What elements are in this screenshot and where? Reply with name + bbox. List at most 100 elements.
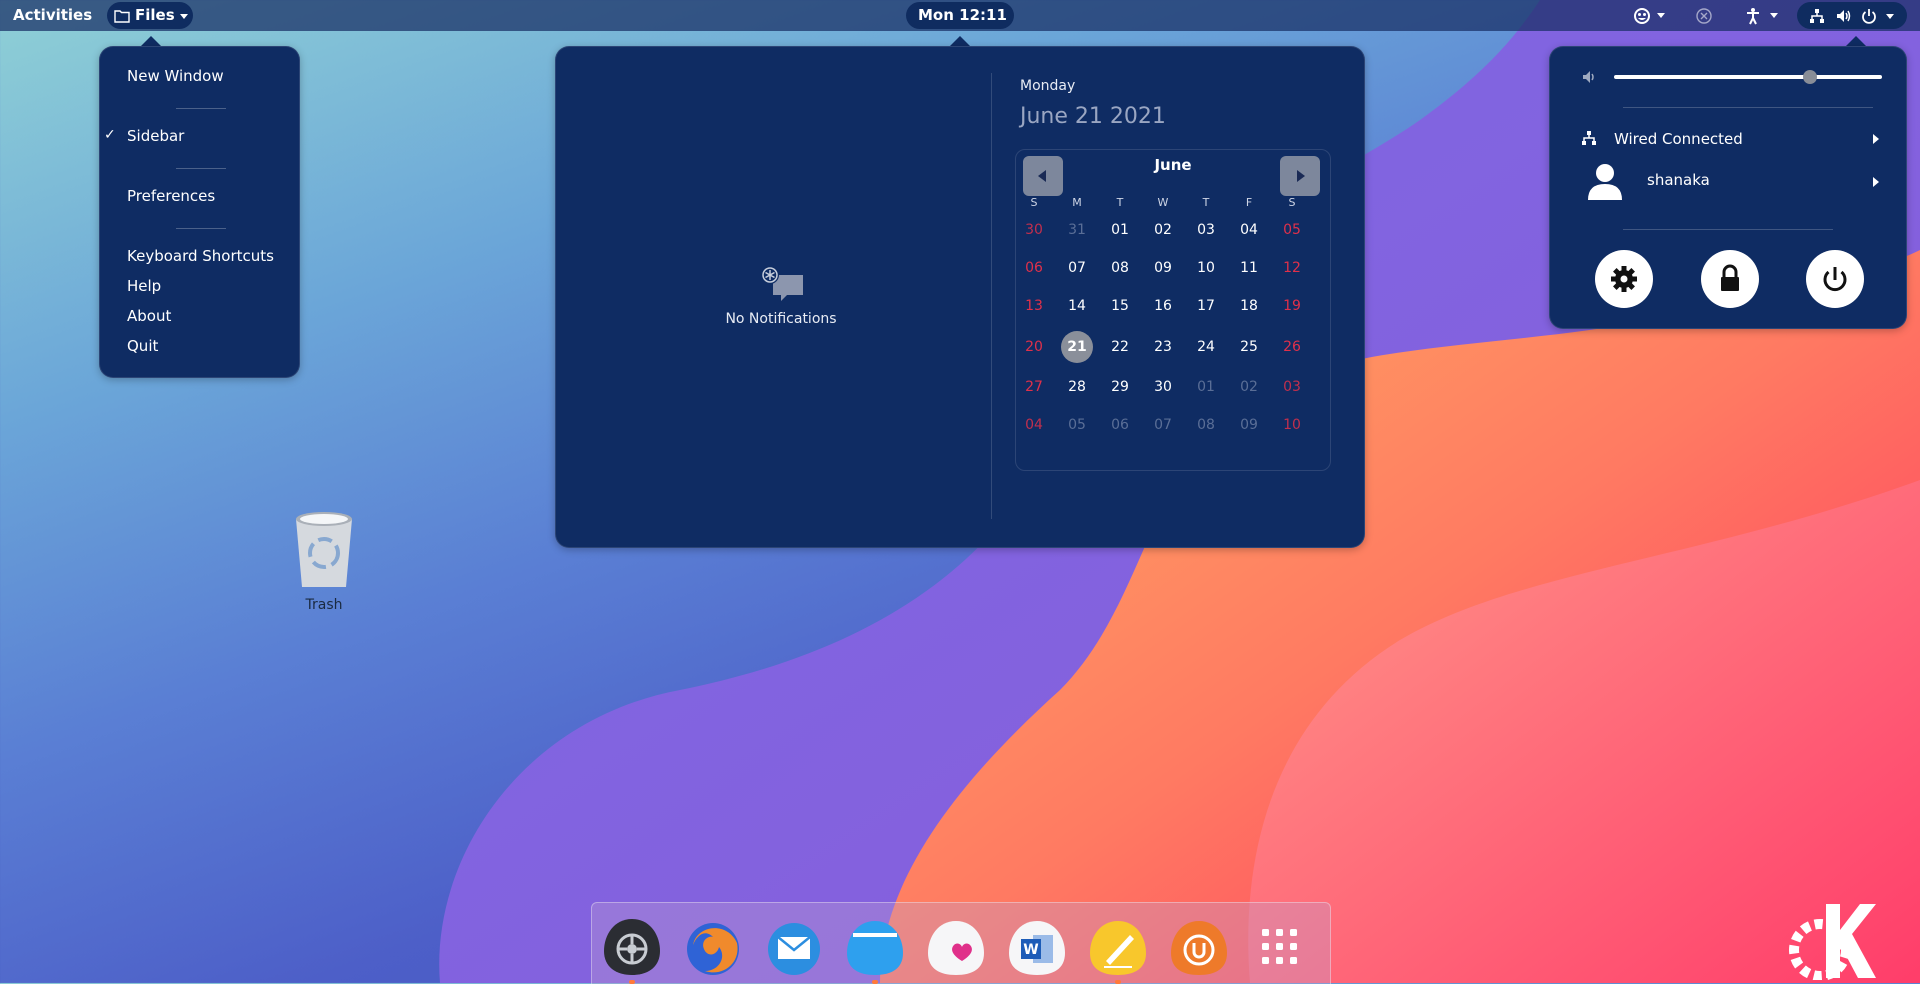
accessibility-icon[interactable] [1745, 7, 1761, 25]
calendar-day[interactable]: 10 [1274, 410, 1310, 440]
backup-icon[interactable] [1169, 917, 1229, 977]
no-notifications-icon [761, 266, 803, 301]
calendar-day[interactable]: 10 [1188, 253, 1224, 283]
calendar-day[interactable]: 28 [1059, 372, 1095, 402]
calendar-day[interactable]: 25 [1231, 332, 1267, 362]
files-app-menu: New Window ✓ Sidebar Preferences Keyboar… [99, 46, 300, 378]
chevron-down-icon [180, 14, 188, 19]
menu-separator [176, 228, 226, 229]
calendar-day[interactable]: 06 [1016, 253, 1052, 283]
menu-item-quit[interactable]: Quit [127, 337, 158, 355]
popup-divider [991, 73, 992, 519]
app-menu-button[interactable]: Files [107, 2, 193, 29]
calendar-day[interactable]: 02 [1145, 215, 1181, 245]
calendar-day[interactable]: 23 [1145, 332, 1181, 362]
system-status-button[interactable] [1797, 2, 1907, 29]
calendar-day[interactable]: 29 [1102, 372, 1138, 402]
calendar-day[interactable]: 19 [1274, 291, 1310, 321]
files-icon[interactable] [845, 917, 905, 984]
network-item[interactable]: Wired Connected [1550, 125, 1906, 155]
activities-button[interactable]: Activities [13, 0, 92, 31]
arrow-right-icon [1873, 177, 1879, 187]
calendar-day[interactable]: 05 [1274, 215, 1310, 245]
user-item[interactable]: shanaka [1550, 159, 1906, 205]
volume-slider-handle[interactable] [1802, 70, 1817, 84]
calendar-day[interactable]: 04 [1231, 215, 1267, 245]
calendar-day[interactable]: 27 [1016, 372, 1052, 402]
menu-item-sidebar[interactable]: Sidebar [127, 127, 184, 145]
calendar-day[interactable]: 11 [1231, 253, 1267, 283]
calendar-day[interactable]: 02 [1231, 372, 1267, 402]
close-circle-icon[interactable] [1695, 7, 1713, 25]
accessibility-status-icon[interactable] [1632, 6, 1652, 26]
menu-item-preferences[interactable]: Preferences [127, 187, 215, 205]
clock-button[interactable]: Mon 12:11 [906, 2, 1014, 29]
calendar-day-today[interactable]: 21 [1061, 331, 1093, 363]
app-grid-icon[interactable] [1250, 917, 1310, 977]
arrow-right-icon [1297, 170, 1305, 182]
menu-item-keyboard-shortcuts[interactable]: Keyboard Shortcuts [127, 247, 274, 265]
menu-separator [1623, 229, 1833, 230]
calendar-day[interactable]: 24 [1188, 332, 1224, 362]
calendar-day[interactable]: 09 [1145, 253, 1181, 283]
calendar-day[interactable]: 08 [1188, 410, 1224, 440]
menu-item-help[interactable]: Help [127, 277, 161, 295]
calendar-day[interactable]: 31 [1059, 215, 1095, 245]
calendar-day[interactable]: 15 [1102, 291, 1138, 321]
calendar-day[interactable]: 01 [1102, 215, 1138, 245]
calendar-day[interactable]: 16 [1145, 291, 1181, 321]
lock-button[interactable] [1701, 250, 1759, 308]
calendar-day[interactable]: 09 [1231, 410, 1267, 440]
calendar-day[interactable]: 06 [1102, 410, 1138, 440]
no-notifications-label: No Notifications [725, 311, 837, 327]
calendar-day[interactable]: 12 [1274, 253, 1310, 283]
settings-button[interactable] [1595, 250, 1653, 308]
calendar-day[interactable]: 04 [1016, 410, 1052, 440]
calendar-day[interactable]: 22 [1102, 332, 1138, 362]
day-header: T [1202, 196, 1210, 209]
word-icon[interactable]: W [1007, 917, 1067, 977]
running-indicator [872, 980, 878, 984]
avatar-icon [1588, 164, 1622, 200]
svg-text:W: W [1023, 942, 1038, 958]
network-wired-icon [1810, 9, 1824, 23]
kde-logo [1789, 904, 1876, 980]
calendar-day[interactable]: 26 [1274, 332, 1310, 362]
calendar-day[interactable]: 30 [1016, 215, 1052, 245]
calendar-day[interactable]: 05 [1059, 410, 1095, 440]
top-bar: Activities Files Mon 12:11 [0, 0, 1920, 31]
system-settings-icon[interactable] [602, 917, 662, 984]
firefox-icon[interactable] [683, 917, 743, 977]
power-off-button[interactable] [1806, 250, 1864, 308]
menu-item-about[interactable]: About [127, 307, 171, 325]
notes-icon[interactable] [1088, 917, 1148, 984]
menu-item-new-window[interactable]: New Window [127, 67, 224, 85]
trash-desktop-icon[interactable]: Trash [282, 505, 366, 617]
next-month-button[interactable] [1280, 156, 1320, 196]
calendar-day[interactable]: 03 [1188, 215, 1224, 245]
volume-slider[interactable] [1614, 70, 1882, 84]
calendar-day[interactable]: 13 [1016, 291, 1052, 321]
calendar-day[interactable]: 03 [1274, 372, 1310, 402]
calendar-day[interactable]: 07 [1059, 253, 1095, 283]
calendar-day[interactable]: 18 [1231, 291, 1267, 321]
calendar-grid: June S M T W T F S 30 31 01 02 03 04 05 06 07 08 09 10 11 12… [1015, 149, 1331, 471]
calendar-day[interactable]: 30 [1145, 372, 1181, 402]
calendar-day[interactable]: 17 [1188, 291, 1224, 321]
calendar-day[interactable]: 07 [1145, 410, 1181, 440]
chevron-down-icon[interactable] [1657, 13, 1665, 18]
user-label: shanaka [1647, 171, 1710, 189]
calendar-day[interactable]: 08 [1102, 253, 1138, 283]
chevron-down-icon[interactable] [1770, 13, 1778, 18]
calendar-day[interactable]: 14 [1059, 291, 1095, 321]
full-date-label[interactable]: June 21 2021 [1020, 104, 1166, 129]
calendar-day[interactable]: 20 [1016, 332, 1052, 362]
heart-app-icon[interactable] [926, 917, 986, 977]
power-icon [1823, 267, 1847, 292]
clock-label: Mon 12:11 [918, 6, 1007, 24]
mail-icon[interactable] [764, 917, 824, 977]
calendar-day[interactable]: 01 [1188, 372, 1224, 402]
day-header: S [1030, 196, 1038, 209]
running-indicator [629, 980, 635, 984]
system-menu-arrow [1846, 36, 1866, 46]
